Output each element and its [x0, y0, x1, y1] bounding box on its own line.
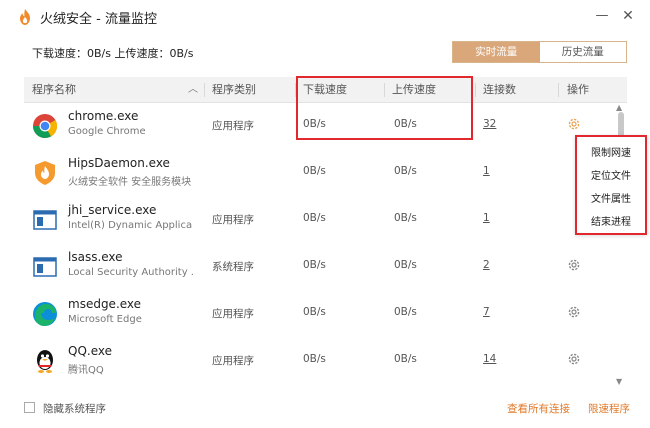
view-all-connections-link[interactable]: 查看所有连接: [507, 401, 570, 416]
tab-history-traffic[interactable]: 历史流量: [539, 42, 626, 62]
upload-speed: 0B/s: [394, 165, 417, 177]
upload-speed: 0B/s: [394, 212, 417, 224]
column-header-name[interactable]: 程序名称: [32, 77, 76, 103]
download-speed: 0B/s: [303, 259, 326, 271]
hide-system-label[interactable]: 隐藏系统程序: [43, 401, 106, 416]
tab-realtime-traffic[interactable]: 实时流量: [453, 42, 540, 62]
column-divider: [204, 83, 205, 97]
connection-count-link[interactable]: 14: [483, 353, 496, 365]
process-name: jhi_service.exe: [68, 203, 157, 217]
view-tabs: 实时流量 历史流量: [452, 41, 627, 63]
sort-ascending-icon[interactable]: ︿: [188, 77, 198, 103]
scroll-down-arrow-icon[interactable]: ▼: [616, 377, 622, 386]
table-row[interactable]: QQ.exe 腾讯QQ 应用程序 0B/s 0B/s 14: [24, 339, 612, 386]
process-name: QQ.exe: [68, 344, 112, 358]
process-description: 腾讯QQ: [68, 365, 104, 376]
upload-speed: 0B/s: [394, 353, 417, 365]
minimize-button[interactable]: —: [594, 8, 610, 24]
download-speed: 0B/s: [303, 353, 326, 365]
gear-icon[interactable]: [567, 258, 581, 272]
chrome-icon: [32, 114, 58, 139]
gear-icon[interactable]: [567, 352, 581, 366]
scroll-up-arrow-icon[interactable]: ▲: [616, 103, 622, 112]
table-row[interactable]: HipsDaemon.exe 火绒安全软件 安全服务模块 0B/s 0B/s 1: [24, 151, 612, 198]
speed-summary: 下载速度：0B/s 上传速度：0B/s: [32, 45, 193, 61]
speed-columns-highlight: [296, 76, 473, 140]
column-header-connections[interactable]: 连接数: [483, 77, 516, 103]
speed-limited-programs-link[interactable]: 限速程序: [588, 401, 630, 416]
window-title: 火绒安全 - 流量监控: [40, 12, 157, 27]
window-app-icon: [33, 210, 57, 230]
gear-icon[interactable]: [567, 305, 581, 319]
process-name: msedge.exe: [68, 297, 142, 311]
title-bar: 火绒安全 - 流量监控 — ✕: [0, 0, 650, 34]
download-speed: 0B/s: [303, 212, 326, 224]
column-divider: [475, 83, 476, 97]
gear-icon[interactable]: [567, 117, 581, 131]
download-speed: 0B/s: [303, 306, 326, 318]
connection-count-link[interactable]: 2: [483, 259, 490, 271]
process-type: 应用程序: [212, 214, 254, 226]
menu-item-limit-speed[interactable]: 限制网速: [577, 144, 645, 159]
hide-system-checkbox[interactable]: [24, 402, 35, 413]
process-description: Microsoft Edge: [68, 314, 142, 325]
huorong-shield-icon: [35, 161, 55, 185]
connection-count-link[interactable]: 7: [483, 306, 490, 318]
table-row[interactable]: lsass.exe Local Security Authority ... 系…: [24, 245, 612, 292]
process-type: 应用程序: [212, 308, 254, 320]
download-speed-value: 0B/s: [87, 47, 111, 60]
upload-speed-value: 0B/s: [169, 47, 194, 60]
column-header-action: 操作: [567, 83, 589, 96]
qq-penguin-icon: [37, 350, 53, 373]
process-description: 火绒安全软件 安全服务模块: [68, 177, 192, 188]
process-name: HipsDaemon.exe: [68, 156, 170, 170]
close-button[interactable]: ✕: [620, 8, 636, 24]
process-type: 系统程序: [212, 261, 254, 273]
process-name: lsass.exe: [68, 250, 123, 264]
download-speed-label: 下载速度：: [32, 47, 87, 60]
download-speed: 0B/s: [303, 165, 326, 177]
menu-item-file-properties[interactable]: 文件属性: [577, 190, 645, 205]
huorong-logo-icon: [20, 9, 30, 25]
connection-count-link[interactable]: 1: [483, 212, 490, 224]
process-name: chrome.exe: [68, 109, 139, 123]
column-divider: [558, 83, 559, 97]
upload-speed: 0B/s: [394, 259, 417, 271]
process-description: Google Chrome: [68, 126, 146, 137]
upload-speed: 0B/s: [394, 306, 417, 318]
window-app-icon: [33, 257, 57, 277]
process-type: 应用程序: [212, 120, 254, 132]
footer: 隐藏系统程序 查看所有连接 限速程序: [0, 392, 650, 428]
table-row[interactable]: jhi_service.exe Intel(R) Dynamic Applica…: [24, 198, 612, 245]
edge-icon: [33, 302, 57, 326]
process-type: 应用程序: [212, 355, 254, 367]
context-menu: 限制网速 定位文件 文件属性 结束进程: [575, 135, 647, 235]
menu-item-end-process[interactable]: 结束进程: [577, 213, 645, 228]
upload-speed-label: 上传速度：: [114, 47, 170, 60]
process-description: Local Security Authority ...: [68, 267, 193, 278]
process-description: Intel(R) Dynamic Applica...: [68, 220, 193, 231]
table-row[interactable]: msedge.exe Microsoft Edge 应用程序 0B/s 0B/s…: [24, 292, 612, 339]
connection-count-link[interactable]: 1: [483, 165, 490, 177]
menu-item-locate-file[interactable]: 定位文件: [577, 167, 645, 182]
traffic-monitor-window: 火绒安全 - 流量监控 — ✕ 下载速度：0B/s 上传速度：0B/s 实时流量…: [0, 0, 650, 428]
connection-count-link[interactable]: 32: [483, 118, 496, 130]
column-header-type[interactable]: 程序类别: [212, 77, 256, 103]
